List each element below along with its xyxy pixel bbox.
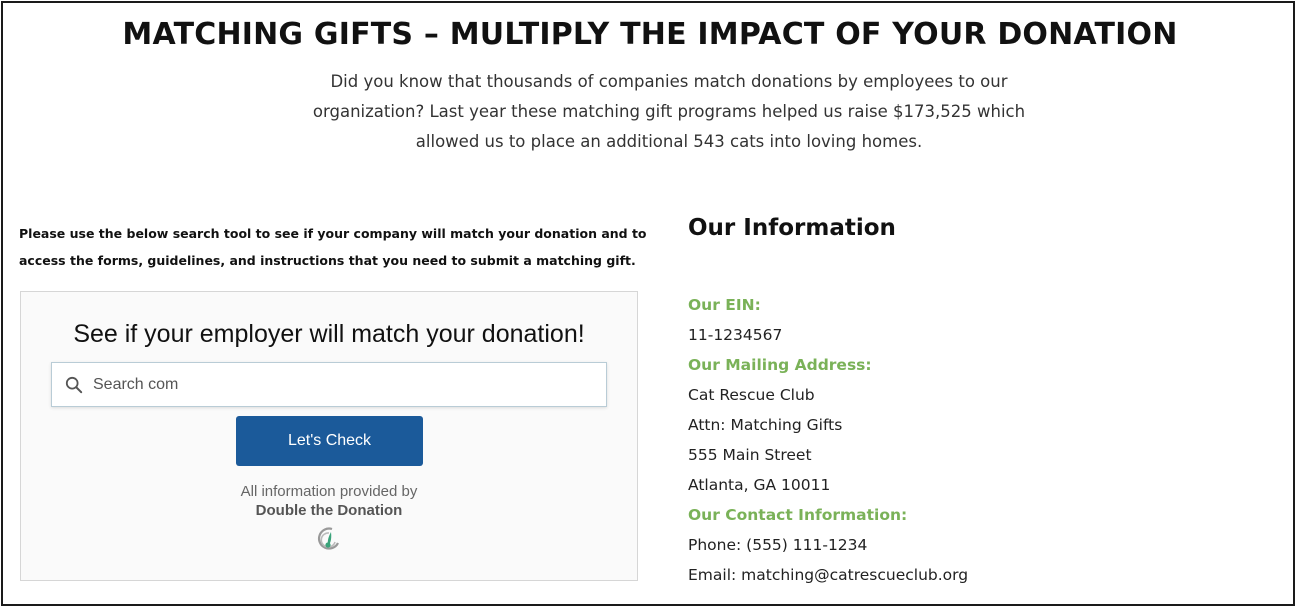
search-icon xyxy=(65,376,83,393)
intro-line: Did you know that thousands of companies… xyxy=(330,72,1008,91)
provider-name: Double the Donation xyxy=(255,502,403,519)
page-frame: MATCHING GIFTS – MULTIPLY THE IMPACT OF … xyxy=(1,1,1295,606)
ein-label: Our EIN: xyxy=(688,296,761,314)
double-the-donation-logo-icon[interactable] xyxy=(316,526,342,552)
organization-info: Our EIN: 11-1234567 Our Mailing Address:… xyxy=(688,290,1248,590)
search-instructions: Please use the below search tool to see … xyxy=(19,220,659,274)
our-information-heading: Our Information xyxy=(688,215,896,241)
intro-line: allowed us to place an additional 543 ca… xyxy=(415,132,923,151)
company-search-box[interactable] xyxy=(51,362,607,407)
phone-number: Phone: (555) 111-1234 xyxy=(688,536,868,554)
intro-paragraph: Did you know that thousands of companies… xyxy=(299,67,1039,157)
instructions-line: Please use the below search tool to see … xyxy=(19,226,647,241)
provided-by-note: All information provided by Double the D… xyxy=(21,482,637,520)
matching-gift-search-widget: See if your employer will match your don… xyxy=(20,291,638,581)
contact-information-label: Our Contact Information: xyxy=(688,506,908,524)
widget-title: See if your employer will match your don… xyxy=(73,320,585,348)
mailing-address-label: Our Mailing Address: xyxy=(688,356,872,374)
address-line: Atlanta, GA 10011 xyxy=(688,476,831,494)
address-line: 555 Main Street xyxy=(688,446,812,464)
address-line: Cat Rescue Club xyxy=(688,386,815,404)
address-line: Attn: Matching Gifts xyxy=(688,416,843,434)
ein-value: 11-1234567 xyxy=(688,326,783,344)
provided-by-text: All information provided by xyxy=(240,483,418,500)
intro-line: organization? Last year these matching g… xyxy=(312,102,1026,121)
instructions-line: access the forms, guidelines, and instru… xyxy=(19,253,636,268)
company-search-input[interactable] xyxy=(93,364,573,405)
lets-check-button[interactable]: Let's Check xyxy=(236,416,423,466)
email-address: Email: matching@catrescueclub.org xyxy=(688,566,969,584)
page-title: MATCHING GIFTS – MULTIPLY THE IMPACT OF … xyxy=(122,17,1178,52)
